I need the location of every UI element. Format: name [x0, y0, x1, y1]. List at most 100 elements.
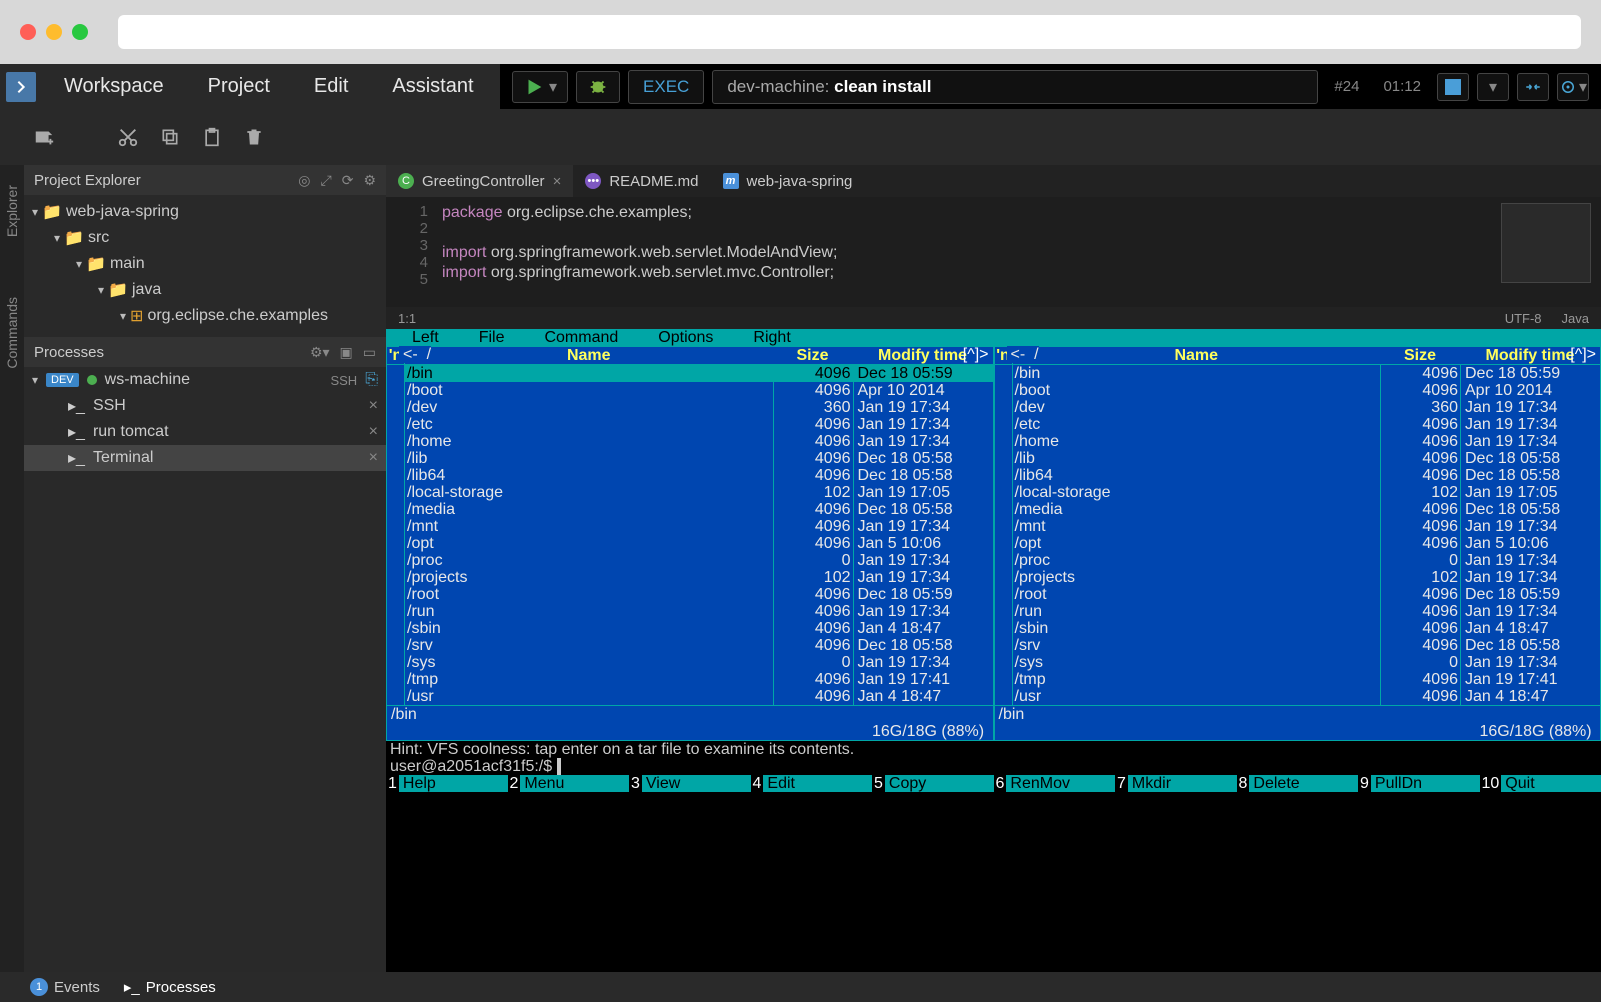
- process-terminal[interactable]: ▸_ Terminal ×: [24, 445, 386, 471]
- mc-menu-item[interactable]: Right: [733, 329, 810, 346]
- mc-file-row[interactable]: /srv4096Dec 18 05:58: [405, 637, 993, 654]
- close-icon[interactable]: ×: [369, 397, 378, 415]
- editor-tab[interactable]: CGreetingController×: [386, 165, 573, 197]
- dropdown-button[interactable]: ▾: [1477, 73, 1509, 101]
- window-maximize-icon[interactable]: [72, 24, 88, 40]
- mc-file-row[interactable]: /etc4096Jan 19 17:34: [405, 416, 993, 433]
- debug-button[interactable]: [576, 71, 620, 103]
- mc-file-row[interactable]: /lib4096Dec 18 05:58: [1013, 450, 1601, 467]
- mc-file-row[interactable]: /dev360Jan 19 17:34: [1013, 399, 1601, 416]
- rail-commands[interactable]: Commands: [4, 297, 20, 369]
- close-icon[interactable]: ×: [369, 449, 378, 467]
- stop-button[interactable]: [1437, 73, 1469, 101]
- mc-caret-icon[interactable]: .[^]>: [958, 346, 988, 363]
- mc-file-row[interactable]: /media4096Dec 18 05:58: [405, 501, 993, 518]
- ssh-label[interactable]: SSH: [330, 373, 357, 388]
- fkey-view[interactable]: 3View: [629, 775, 751, 792]
- mc-fkeys[interactable]: 1Help2Menu3View4Edit5Copy6RenMov7Mkdir8D…: [386, 775, 1601, 792]
- mc-file-row[interactable]: /opt4096Jan 5 10:06: [405, 535, 993, 552]
- process-machine[interactable]: ▾ DEV ws-machine SSH ⎘: [24, 367, 386, 393]
- mc-file-row[interactable]: /root4096Dec 18 05:59: [405, 586, 993, 603]
- target-button[interactable]: ▾: [1557, 73, 1589, 101]
- locate-icon[interactable]: ◎: [298, 172, 310, 189]
- menu-assistant[interactable]: Assistant: [392, 75, 473, 98]
- fkey-edit[interactable]: 4Edit: [751, 775, 873, 792]
- fkey-mkdir[interactable]: 7Mkdir: [1115, 775, 1237, 792]
- mc-file-row[interactable]: /usr4096Jan 4 18:47: [1013, 688, 1601, 705]
- mc-file-row[interactable]: /run4096Jan 19 17:34: [1013, 603, 1601, 620]
- mc-file-row[interactable]: /sys0Jan 19 17:34: [405, 654, 993, 671]
- mc-file-row[interactable]: /sbin4096Jan 4 18:47: [405, 620, 993, 637]
- mc-panel[interactable]: <- / .[^]> 'nNameSizeModify time /bin409…: [994, 346, 1601, 741]
- menu-project[interactable]: Project: [208, 75, 270, 98]
- mc-file-row[interactable]: /media4096Dec 18 05:58: [1013, 501, 1601, 518]
- fkey-quit[interactable]: 10Quit: [1480, 775, 1601, 792]
- new-file-icon[interactable]: [30, 123, 58, 151]
- mc-file-row[interactable]: /home4096Jan 19 17:34: [1013, 433, 1601, 450]
- editor-tab[interactable]: •••README.md: [573, 165, 710, 197]
- menu-workspace[interactable]: Workspace: [64, 75, 164, 98]
- mc-file-row[interactable]: /sbin4096Jan 4 18:47: [1013, 620, 1601, 637]
- mc-file-row[interactable]: /etc4096Jan 19 17:34: [1013, 416, 1601, 433]
- fkey-help[interactable]: 1Help: [386, 775, 508, 792]
- collapse-icon[interactable]: ⤢: [321, 172, 332, 189]
- mc-file-row[interactable]: /dev360Jan 19 17:34: [405, 399, 993, 416]
- run-button[interactable]: ▾: [512, 71, 568, 103]
- settings-icon[interactable]: ⚙: [363, 172, 376, 189]
- tree-root[interactable]: ▾📁 web-java-spring: [24, 199, 386, 225]
- processes-button[interactable]: ▸_ Processes: [124, 978, 216, 996]
- url-bar[interactable]: [118, 15, 1581, 49]
- tree-src[interactable]: ▾📁 src: [24, 225, 386, 251]
- close-icon[interactable]: ×: [553, 173, 562, 190]
- mc-file-row[interactable]: /mnt4096Jan 19 17:34: [405, 518, 993, 535]
- fkey-pulldn[interactable]: 9PullDn: [1358, 775, 1480, 792]
- mc-file-row[interactable]: /home4096Jan 19 17:34: [405, 433, 993, 450]
- code-editor[interactable]: 12345 package org.eclipse.che.examples; …: [386, 197, 1601, 307]
- mc-file-row[interactable]: /run4096Jan 19 17:34: [405, 603, 993, 620]
- copy-icon[interactable]: [156, 123, 184, 151]
- mc-file-row[interactable]: /srv4096Dec 18 05:58: [1013, 637, 1601, 654]
- terminal[interactable]: LeftFileCommandOptionsRight <- / .[^]> '…: [386, 329, 1601, 972]
- mc-file-row[interactable]: /local-storage102Jan 19 17:05: [1013, 484, 1601, 501]
- close-icon[interactable]: ×: [369, 423, 378, 441]
- paste-icon[interactable]: [198, 123, 226, 151]
- mc-menu-item[interactable]: Options: [638, 329, 733, 346]
- mc-file-row[interactable]: /sys0Jan 19 17:34: [1013, 654, 1601, 671]
- mc-file-row[interactable]: /projects102Jan 19 17:34: [405, 569, 993, 586]
- command-box[interactable]: dev-machine: clean install: [712, 70, 1318, 104]
- mc-panel[interactable]: <- / .[^]> 'nNameSizeModify time /bin409…: [386, 346, 994, 741]
- mc-file-row[interactable]: /proc0Jan 19 17:34: [1013, 552, 1601, 569]
- mc-caret-icon[interactable]: .[^]>: [1566, 346, 1596, 363]
- rail-explorer[interactable]: Explorer: [4, 185, 20, 237]
- mc-file-row[interactable]: /bin4096Dec 18 05:59: [1013, 365, 1601, 382]
- mc-menu-item[interactable]: Command: [524, 329, 638, 346]
- maximize-icon[interactable]: ▣: [340, 344, 353, 361]
- window-minimize-icon[interactable]: [46, 24, 62, 40]
- mc-file-row[interactable]: /boot4096Apr 10 2014: [1013, 382, 1601, 399]
- cut-icon[interactable]: [114, 123, 142, 151]
- minimap[interactable]: [1501, 203, 1591, 283]
- mc-menubar[interactable]: LeftFileCommandOptionsRight: [386, 329, 1601, 346]
- delete-icon[interactable]: [240, 123, 268, 151]
- mc-file-row[interactable]: /proc0Jan 19 17:34: [405, 552, 993, 569]
- process-ssh[interactable]: ▸_ SSH ×: [24, 393, 386, 419]
- mc-file-row[interactable]: /opt4096Jan 5 10:06: [1013, 535, 1601, 552]
- mc-prompt[interactable]: user@a2051acf31f5:/$: [386, 758, 1601, 775]
- mc-file-row[interactable]: /bin4096Dec 18 05:59: [405, 365, 993, 382]
- split-button[interactable]: [1517, 73, 1549, 101]
- mc-file-row[interactable]: /projects102Jan 19 17:34: [1013, 569, 1601, 586]
- menu-edit[interactable]: Edit: [314, 75, 348, 98]
- mc-file-row[interactable]: /lib644096Dec 18 05:58: [405, 467, 993, 484]
- tree-package[interactable]: ▾⊞ org.eclipse.che.examples: [24, 303, 386, 329]
- exec-label[interactable]: EXEC: [628, 70, 704, 104]
- gear-icon[interactable]: ⚙▾: [310, 344, 330, 361]
- tree-main[interactable]: ▾📁 main: [24, 251, 386, 277]
- mc-file-row[interactable]: /tmp4096Jan 19 17:41: [1013, 671, 1601, 688]
- mc-file-row[interactable]: /mnt4096Jan 19 17:34: [1013, 518, 1601, 535]
- tree-java[interactable]: ▾📁 java: [24, 277, 386, 303]
- mc-file-row[interactable]: /root4096Dec 18 05:59: [1013, 586, 1601, 603]
- events-button[interactable]: 1 Events: [30, 978, 100, 996]
- minimize-icon[interactable]: ▭: [363, 344, 376, 361]
- mc-file-row[interactable]: /lib4096Dec 18 05:58: [405, 450, 993, 467]
- mc-file-row[interactable]: /boot4096Apr 10 2014: [405, 382, 993, 399]
